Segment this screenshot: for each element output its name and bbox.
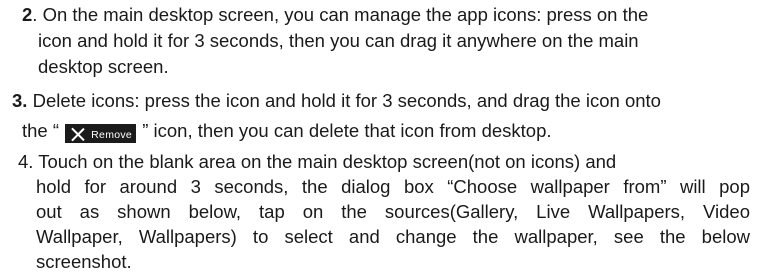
instruction-page: 2. On the main desktop screen, you can m…: [0, 0, 770, 275]
item-2-text-1: . On the main desktop screen, you can ma…: [32, 4, 649, 25]
item-3-line-2: the “ Remove ” icon, then you can delete…: [22, 119, 552, 143]
item-3-text-after-chip: ” icon, then you can delete that icon fr…: [137, 120, 552, 141]
item-3-number: 3.: [12, 90, 28, 111]
item-3-text-before-chip: the “: [22, 120, 65, 141]
item-4-line-5: screenshot.: [36, 251, 132, 272]
item-2-line-3: desktop screen.: [38, 56, 169, 77]
item-2-line-2: icon and hold it for 3 seconds, then you…: [38, 30, 639, 51]
item-4-line-3: out as shown below, tap on the sources(G…: [36, 201, 750, 222]
item-4-line-4: Wallpaper, Wallpapers) to select and cha…: [36, 226, 750, 247]
remove-chip: Remove: [65, 124, 137, 143]
item-4-line-2: hold for around 3 seconds, the dialog bo…: [36, 176, 750, 197]
item-4-line-1: 4. Touch on the blank area on the main d…: [18, 151, 617, 172]
close-icon: [70, 127, 85, 142]
item-2-number: 2: [22, 4, 33, 25]
item-2-line-1: 2. On the main desktop screen, you can m…: [22, 3, 648, 27]
remove-chip-label: Remove: [91, 129, 133, 141]
item-3-text-1: Delete icons: press the icon and hold it…: [27, 90, 661, 111]
item-3-line-1: 3. Delete icons: press the icon and hold…: [12, 89, 661, 113]
